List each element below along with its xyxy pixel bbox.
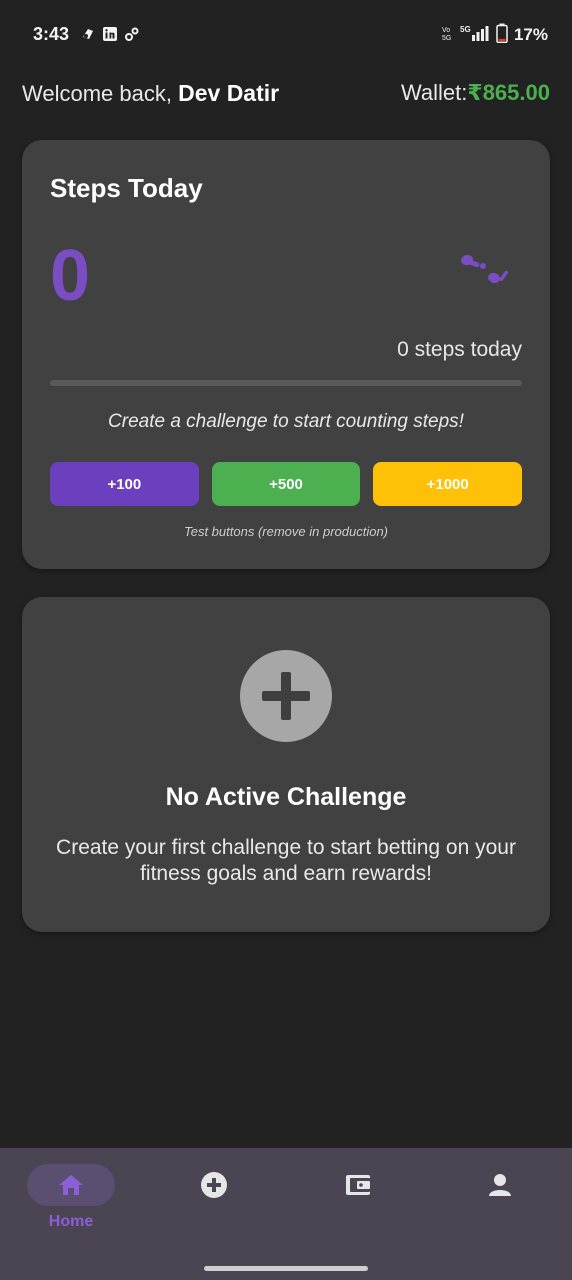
status-right: Vo 5G 5G 17%	[442, 23, 548, 48]
user-name: Dev Datir	[178, 80, 280, 106]
steps-count: 0	[50, 236, 91, 316]
gesture-home-indicator[interactable]	[204, 1266, 368, 1271]
notification-icons	[80, 25, 140, 43]
signal-icon: 5G	[460, 24, 490, 47]
volte-icon: Vo 5G	[442, 24, 454, 47]
battery-icon	[496, 23, 508, 48]
steps-card-title: Steps Today	[50, 173, 203, 203]
steps-progress-bar	[50, 380, 522, 386]
add-500-steps-button[interactable]: +500	[211, 462, 361, 506]
add-1000-steps-button[interactable]: +1000	[373, 462, 523, 506]
nav-create-pill	[170, 1164, 258, 1206]
nav-item-home[interactable]: Home	[21, 1164, 121, 1244]
nav-home-pill	[27, 1164, 115, 1206]
steps-today-label: 0 steps today	[397, 338, 522, 361]
wallet-amount: ₹865.00	[467, 80, 550, 105]
wallet-label: Wallet:	[400, 80, 468, 105]
nav-wallet-pill	[314, 1164, 402, 1206]
linkedin-icon	[102, 26, 118, 42]
welcome-message: Welcome back, Dev Datir	[22, 80, 279, 107]
header: Welcome back, Dev Datir Wallet:₹865.00	[22, 80, 550, 110]
nav-item-profile[interactable]	[450, 1164, 550, 1244]
nav-profile-pill	[456, 1164, 544, 1206]
wallet-icon	[346, 1175, 370, 1195]
add-100-steps-button[interactable]: +100	[50, 462, 199, 506]
app-notification-icon	[80, 26, 96, 42]
status-bar: 3:43 Vo 5G 5G 17%	[0, 0, 572, 68]
welcome-prefix: Welcome back,	[22, 81, 172, 106]
footsteps-icon	[456, 248, 512, 288]
no-challenge-title: No Active Challenge	[165, 783, 407, 811]
settings-sync-icon	[124, 26, 140, 42]
nav-item-wallet[interactable]	[308, 1164, 408, 1244]
add-circle-icon	[201, 1172, 227, 1198]
test-buttons-row: +100 +500 +1000	[50, 462, 523, 506]
nav-home-label: Home	[48, 1213, 94, 1230]
battery-percent: 17%	[513, 25, 548, 44]
nav-item-create[interactable]	[164, 1164, 264, 1244]
svg-text:Vo: Vo	[442, 27, 450, 34]
steps-hint: Create a challenge to start counting ste…	[108, 411, 464, 432]
steps-today-card: Steps Today 0 0 steps today Create a cha…	[22, 140, 550, 569]
wallet-balance[interactable]: Wallet:₹865.00	[401, 80, 550, 106]
svg-text:5G: 5G	[442, 35, 451, 42]
home-icon	[59, 1175, 83, 1195]
status-time: 3:43	[33, 24, 70, 44]
bottom-navigation: Home	[0, 1148, 572, 1280]
add-challenge-icon[interactable]	[240, 650, 332, 742]
no-challenge-description: Create your first challenge to start bet…	[56, 836, 516, 885]
profile-icon	[489, 1174, 511, 1196]
no-challenge-card: No Active Challenge Create your first ch…	[22, 597, 550, 932]
test-buttons-note: Test buttons (remove in production)	[183, 524, 388, 539]
network-label: 5G	[460, 25, 471, 34]
